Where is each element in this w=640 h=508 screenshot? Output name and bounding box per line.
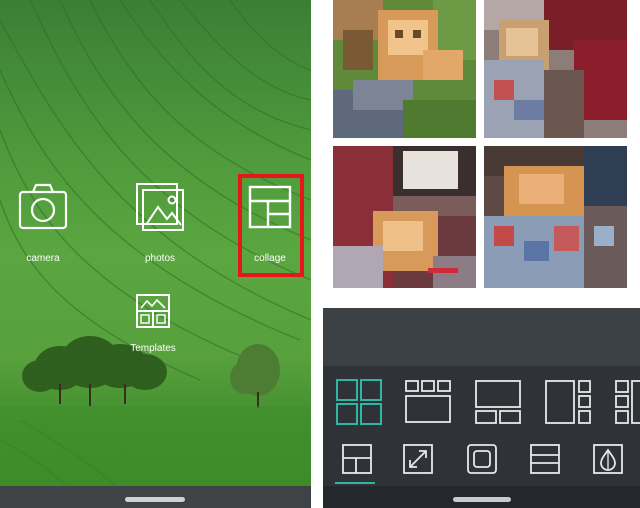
collage-editor bbox=[323, 0, 640, 508]
collage-highlight-box bbox=[238, 174, 304, 277]
app-label: photos bbox=[144, 253, 176, 264]
home-gesture-handle[interactable] bbox=[453, 497, 511, 502]
layout-options bbox=[323, 378, 640, 438]
layout-3-over-1-icon[interactable] bbox=[403, 378, 453, 426]
border-tool-icon[interactable] bbox=[465, 442, 499, 476]
collage-toolbar bbox=[323, 308, 640, 508]
layout-tall-plus-3-icon[interactable] bbox=[543, 378, 593, 426]
app-templates[interactable]: Templates bbox=[108, 292, 198, 354]
background-tool-icon[interactable] bbox=[591, 442, 625, 476]
navigation-bar bbox=[323, 486, 640, 508]
collage-cell-3[interactable] bbox=[333, 146, 476, 288]
screenshot-frame: camera photos collage Templates bbox=[0, 0, 640, 508]
collage-cell-1[interactable] bbox=[333, 0, 476, 138]
navigation-bar bbox=[0, 486, 311, 508]
tool-options bbox=[323, 442, 640, 484]
photo-cat-tv bbox=[333, 146, 476, 288]
app-label: Templates bbox=[130, 343, 176, 354]
app-camera[interactable]: camera bbox=[0, 181, 88, 264]
selected-tool-indicator bbox=[335, 482, 375, 484]
collage-cell-2[interactable] bbox=[484, 0, 627, 138]
templates-icon bbox=[136, 294, 170, 328]
layout-2-over-wide-icon[interactable] bbox=[473, 378, 523, 426]
layout-side-stack-icon[interactable] bbox=[613, 378, 640, 426]
photo-cat-grass bbox=[333, 0, 476, 138]
resize-tool-icon[interactable] bbox=[401, 442, 435, 476]
photo-cat-chair bbox=[484, 0, 627, 138]
home-screen: camera photos collage Templates bbox=[0, 0, 311, 508]
spacing-tool-icon[interactable] bbox=[528, 442, 562, 476]
layout-tool-icon[interactable] bbox=[340, 442, 374, 476]
home-gesture-handle[interactable] bbox=[125, 497, 185, 502]
photo-cat-blanket bbox=[484, 146, 627, 288]
app-label: camera bbox=[26, 253, 60, 264]
photos-icon bbox=[136, 183, 184, 231]
collage-cell-4[interactable] bbox=[484, 146, 627, 288]
app-photos[interactable]: photos bbox=[115, 181, 205, 264]
toolbar-header bbox=[323, 308, 640, 366]
layout-2x2-icon[interactable] bbox=[335, 378, 383, 426]
camera-icon bbox=[18, 183, 68, 230]
panel-divider bbox=[311, 0, 323, 508]
